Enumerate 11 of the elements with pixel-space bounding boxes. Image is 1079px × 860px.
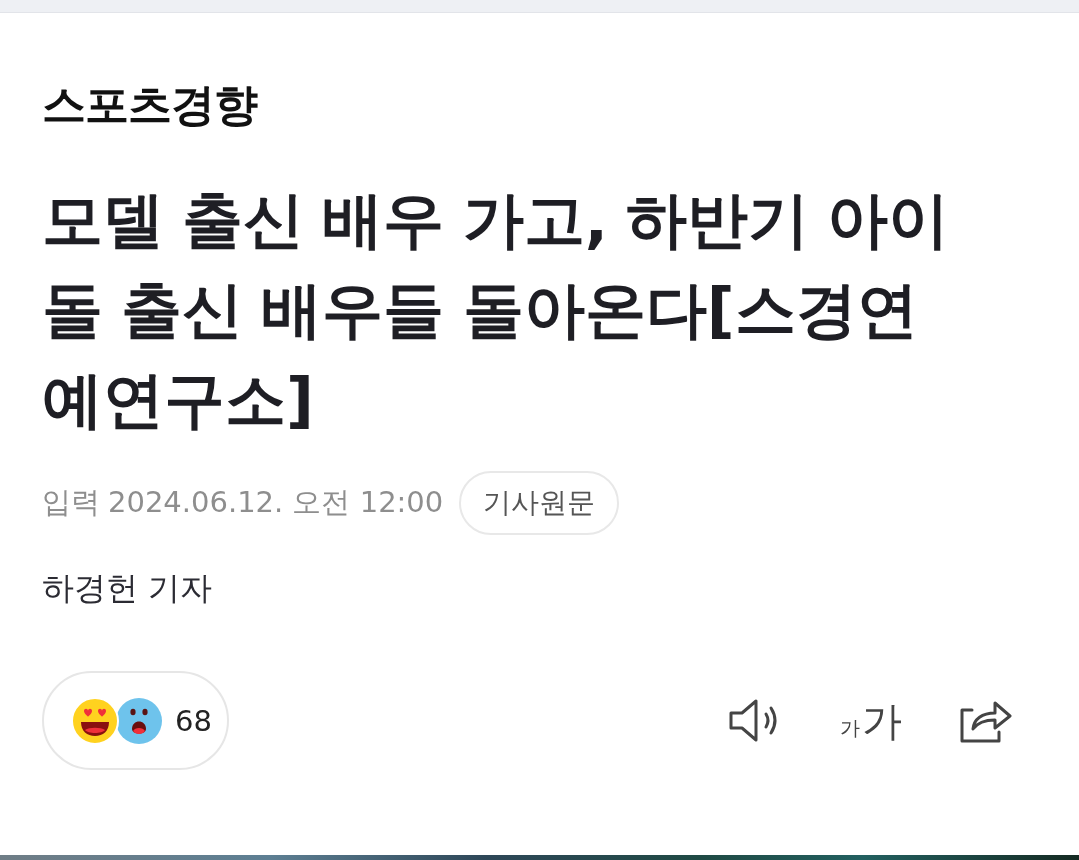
headline: 모델 출신 배우 가고, 하반기 아이 돌 출신 배우들 돌아온다[스경연 예연구소] <box>42 183 950 437</box>
font-size-button[interactable]: 가 가 <box>840 700 902 741</box>
original-article-button[interactable]: 기사원문 <box>459 471 620 535</box>
reaction-button[interactable]: 68 <box>42 671 229 770</box>
shocked-face-emoji-icon <box>115 696 163 745</box>
input-label: 입력 <box>42 484 100 521</box>
logo: 스포츠경향 <box>42 83 257 127</box>
publish-datetime: 2024.06.12. 오전 12:00 <box>108 484 444 521</box>
byline: 하경헌 기자 <box>42 568 213 608</box>
heart-eyes-emoji-icon <box>71 696 119 745</box>
reaction-count: 68 <box>175 703 212 738</box>
